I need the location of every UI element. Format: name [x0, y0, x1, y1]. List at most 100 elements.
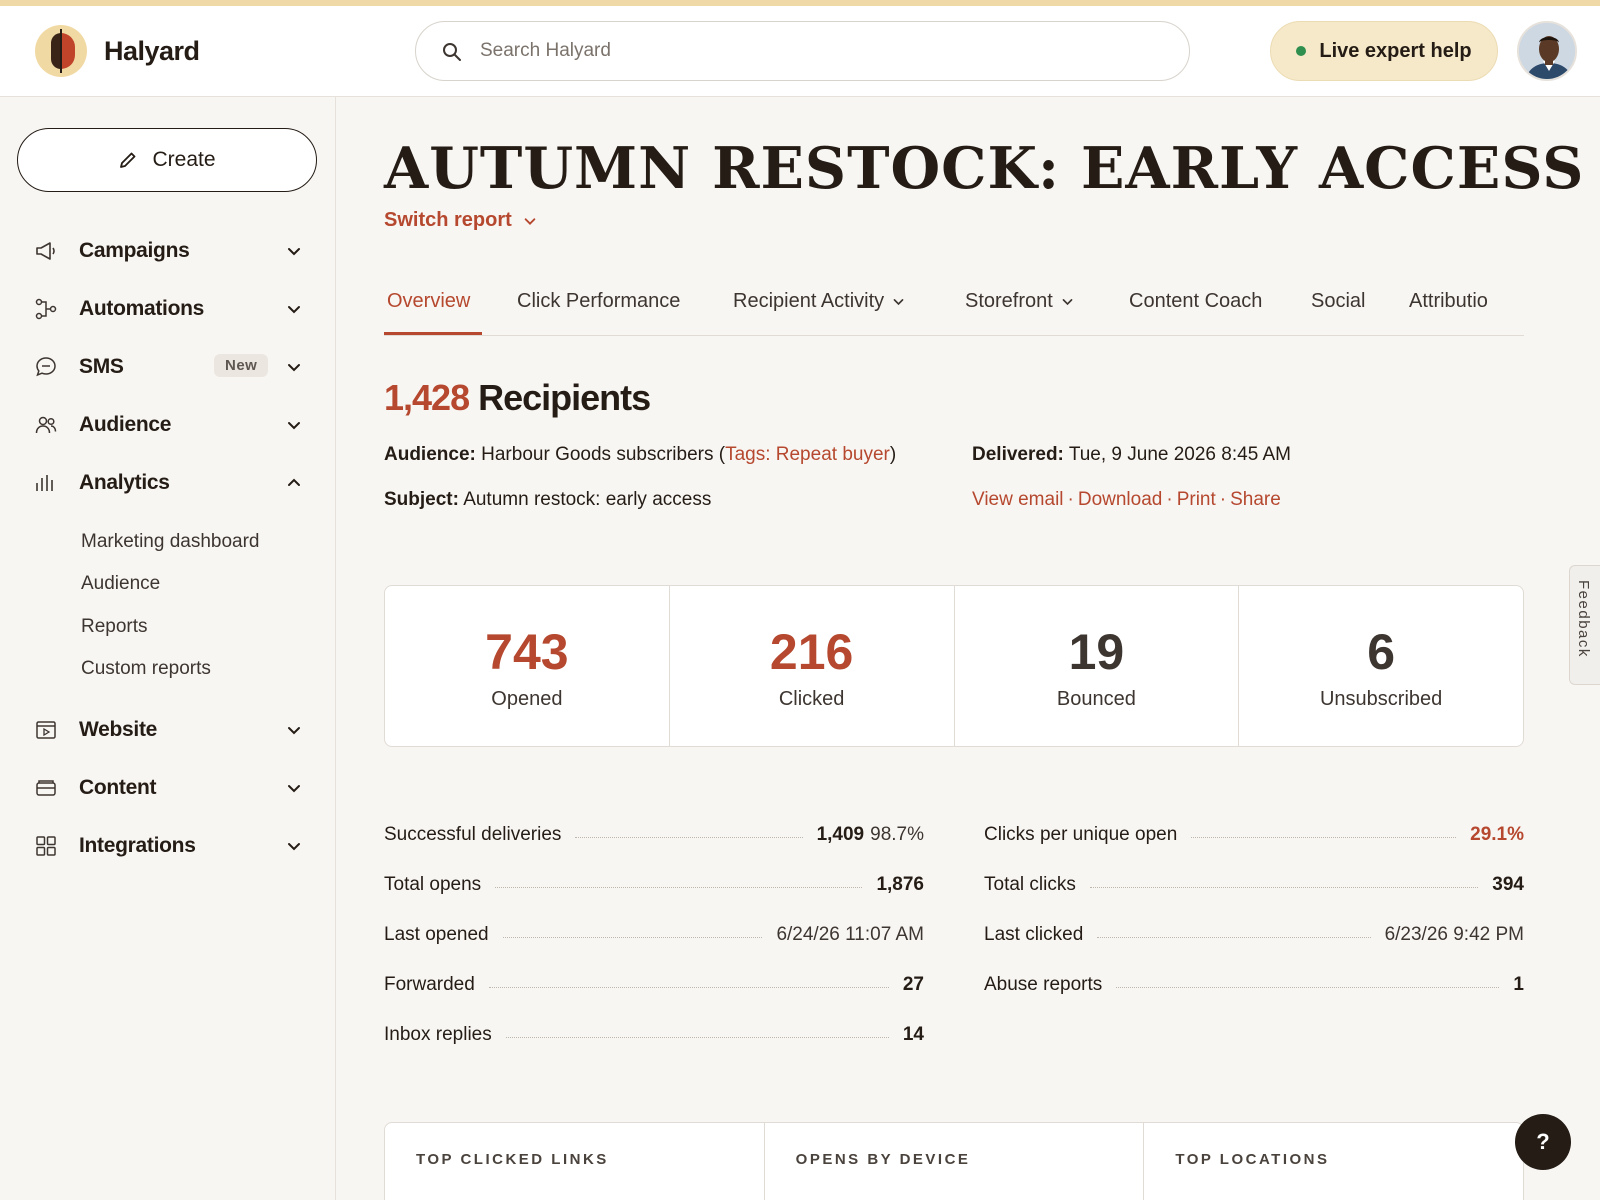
stat-bounced[interactable]: 19 Bounced: [955, 586, 1240, 746]
megaphone-icon: [36, 242, 55, 260]
sidebar-subitem-audience[interactable]: Audience: [81, 573, 160, 595]
avatar[interactable]: [1517, 21, 1577, 81]
metric-abuse-reports: Abuse reports 1: [984, 974, 1524, 995]
chevron-down-icon: [525, 218, 536, 225]
feedback-label: Feedback: [1575, 580, 1592, 658]
sidebar-subitem-marketing-dashboard[interactable]: Marketing dashboard: [81, 531, 260, 553]
switch-report-button[interactable]: Switch report: [384, 209, 537, 232]
folder-icon: [36, 780, 56, 796]
search-bar[interactable]: [415, 21, 1190, 81]
search-icon: [443, 43, 461, 61]
sidebar-item-integrations[interactable]: Integrations: [0, 821, 336, 871]
tab-storefront[interactable]: Storefront: [965, 290, 1074, 313]
create-button[interactable]: Create: [17, 128, 317, 192]
chevron-down-icon: [288, 422, 300, 430]
help-button[interactable]: ?: [1515, 1114, 1571, 1170]
subject-line: Subject: Autumn restock: early access: [384, 489, 712, 510]
online-status-dot: [1296, 46, 1307, 56]
tab-content-coach[interactable]: Content Coach: [1129, 290, 1262, 313]
stat-unsubscribed[interactable]: 6 Unsubscribed: [1239, 586, 1523, 746]
sidebar-item-automations[interactable]: Automations: [0, 284, 336, 334]
recipients-count: 1,428: [384, 377, 470, 418]
sidebar: Create Campaigns Automations SMS New Aud…: [0, 97, 336, 1200]
sidebar-item-label: Integrations: [79, 834, 196, 857]
search-input[interactable]: [480, 32, 1160, 70]
summary-stats: 743 Opened 216 Clicked 19 Bounced 6 Unsu…: [384, 585, 1524, 747]
chevron-down-icon: [288, 306, 300, 314]
sidebar-subitem-custom-reports[interactable]: Custom reports: [81, 658, 211, 680]
sidebar-item-label: Campaigns: [79, 239, 190, 262]
stat-clicked[interactable]: 216 Clicked: [670, 586, 955, 746]
tab-attribution[interactable]: Attributio: [1409, 290, 1488, 313]
chat-bubble-icon: [36, 357, 56, 377]
halyard-logo-icon[interactable]: [35, 25, 87, 77]
download-link[interactable]: Download: [1078, 489, 1163, 510]
tab-overview[interactable]: Overview: [387, 290, 470, 313]
view-email-link[interactable]: View email: [972, 489, 1064, 510]
pencil-icon: [120, 152, 136, 168]
help-icon: ?: [1536, 1129, 1550, 1154]
card-opens-by-device: OPENS BY DEVICE: [765, 1123, 1145, 1200]
chevron-down-icon: [893, 299, 904, 306]
workflow-icon: [35, 298, 57, 320]
tab-click-performance[interactable]: Click Performance: [517, 290, 680, 313]
share-link[interactable]: Share: [1230, 489, 1281, 510]
stat-opened[interactable]: 743 Opened: [385, 586, 670, 746]
sidebar-item-audience[interactable]: Audience: [0, 400, 336, 450]
metric-clicks-per-unique-open: Clicks per unique open 29.1%: [984, 824, 1524, 845]
report-tabs: Overview Click Performance Recipient Act…: [384, 280, 1524, 336]
card-top-clicked-links: TOP CLICKED LINKS: [385, 1123, 765, 1200]
switch-report-label: Switch report: [384, 209, 512, 231]
sidebar-item-label: Content: [79, 776, 157, 799]
live-expert-help-button[interactable]: Live expert help: [1270, 21, 1498, 81]
card-top-locations: TOP LOCATIONS: [1175, 1151, 1330, 1168]
sidebar-item-label: Automations: [79, 297, 205, 320]
active-tab-indicator: [384, 332, 482, 335]
chevron-down-icon: [288, 248, 300, 256]
chevron-down-icon: [288, 843, 300, 851]
sidebar-item-website[interactable]: Website: [0, 705, 336, 755]
sidebar-item-analytics[interactable]: Analytics: [0, 458, 336, 508]
metric-last-clicked: Last clicked 6/23/26 9:42 PM: [984, 924, 1524, 945]
sidebar-item-label: SMS: [79, 355, 124, 378]
brand-name[interactable]: Halyard: [104, 36, 200, 67]
tab-social[interactable]: Social: [1311, 290, 1365, 313]
bar-chart-icon: [36, 475, 53, 491]
sidebar-item-campaigns[interactable]: Campaigns: [0, 226, 336, 276]
chevron-down-icon: [288, 727, 300, 735]
browser-icon: [36, 721, 56, 739]
delivered-line: Delivered: Tue, 9 June 2026 8:45 AM: [972, 444, 1291, 465]
audience-tag-link[interactable]: Tags: Repeat buyer: [725, 444, 890, 465]
create-button-label: Create: [152, 148, 216, 171]
header: Halyard Live expert help: [0, 6, 1600, 97]
sidebar-item-sms[interactable]: SMS New: [0, 342, 336, 392]
metric-total-opens: Total opens 1,876: [384, 874, 924, 895]
metric-forwarded: Forwarded 27: [384, 974, 924, 995]
sidebar-item-content[interactable]: Content: [0, 763, 336, 813]
chevron-down-icon: [288, 364, 300, 372]
report-actions: View email · Download · Print · Share: [972, 489, 1281, 510]
sidebar-item-label: Audience: [79, 413, 172, 436]
chevron-up-icon: [288, 478, 300, 486]
people-icon: [35, 416, 57, 434]
metric-last-opened: Last opened 6/24/26 11:07 AM: [384, 924, 924, 945]
page-title: AUTUMN RESTOCK: EARLY ACCESS: [384, 135, 1585, 202]
sidebar-item-label: Analytics: [79, 471, 170, 494]
metric-total-clicks: Total clicks 394: [984, 874, 1524, 895]
metric-successful-deliveries: Successful deliveries 1,409 98.7%: [384, 824, 924, 845]
main-content: AUTUMN RESTOCK: EARLY ACCESS Switch repo…: [337, 97, 1600, 1200]
recipients-label: Recipients: [478, 377, 651, 418]
detail-cards: TOP CLICKED LINKS OPENS BY DEVICE TOP LO…: [384, 1122, 1524, 1200]
live-expert-help-label: Live expert help: [1319, 39, 1472, 62]
recipients-heading: 1,428 Recipients: [384, 377, 651, 419]
tab-recipient-activity[interactable]: Recipient Activity: [733, 290, 905, 313]
chevron-down-icon: [288, 785, 300, 793]
feedback-tab[interactable]: Feedback: [1569, 565, 1600, 685]
new-badge: New: [214, 354, 269, 377]
chevron-down-icon: [1062, 299, 1073, 306]
sidebar-subitem-reports[interactable]: Reports: [81, 616, 148, 638]
print-link[interactable]: Print: [1177, 489, 1216, 510]
user-avatar-icon: [1519, 23, 1575, 79]
sidebar-item-label: Website: [79, 718, 158, 741]
audience-line: Audience: Harbour Goods subscribers (Tag…: [384, 444, 897, 465]
